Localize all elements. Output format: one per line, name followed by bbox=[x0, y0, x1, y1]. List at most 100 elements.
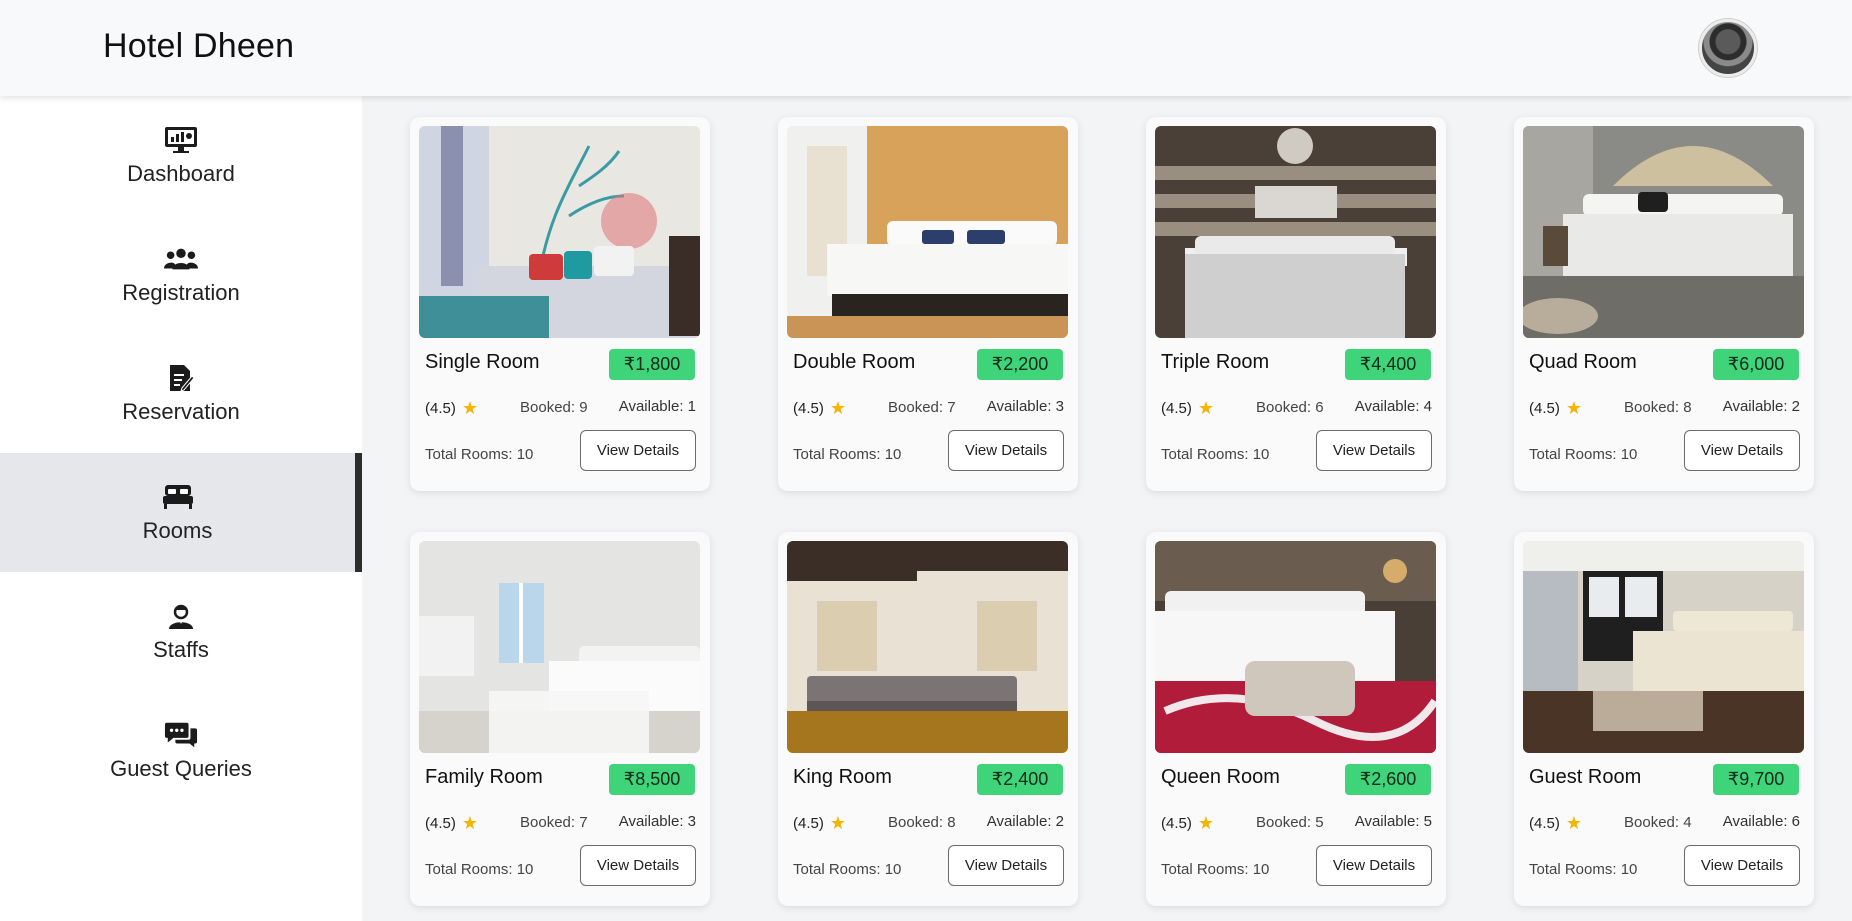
star-icon: ★ bbox=[829, 398, 846, 418]
rating: (4.5) ★ bbox=[1161, 814, 1214, 832]
rating: (4.5) ★ bbox=[425, 399, 478, 417]
room-card-family: Family Room ₹8,500 (4.5) ★ Booked: 7 Avai… bbox=[410, 532, 710, 906]
view-details-button[interactable]: View Details bbox=[1316, 845, 1432, 886]
room-name: Queen Room bbox=[1161, 766, 1280, 788]
view-details-button[interactable]: View Details bbox=[580, 430, 696, 471]
sidebar-item-label: Dashboard bbox=[127, 160, 235, 186]
price-badge: ₹6,000 bbox=[1713, 349, 1799, 380]
sidebar-item-label: Reservation bbox=[122, 398, 240, 424]
room-photo bbox=[1155, 541, 1436, 753]
total-rooms: Total Rooms: 10 bbox=[425, 446, 534, 463]
room-card-single: Single Room ₹1,800 (4.5) ★ Booked: 9 Avai… bbox=[410, 117, 710, 491]
chat-bubbles-icon bbox=[164, 720, 198, 750]
rooms-grid: Single Room ₹1,800 (4.5) ★ Booked: 9 Avai… bbox=[362, 96, 1852, 921]
booked-count: Booked: 6 bbox=[1256, 399, 1324, 416]
room-name: Family Room bbox=[425, 766, 543, 788]
rating-value: (4.5) bbox=[1529, 814, 1560, 832]
room-name: Quad Room bbox=[1529, 351, 1637, 373]
room-stats: (4.5) ★ Booked: 7 Available: 3 bbox=[793, 398, 1064, 421]
total-rooms: Total Rooms: 10 bbox=[1529, 861, 1638, 878]
view-details-button[interactable]: View Details bbox=[1316, 430, 1432, 471]
available-count: Available: 6 bbox=[1722, 813, 1800, 830]
total-rooms: Total Rooms: 10 bbox=[793, 861, 902, 878]
view-details-button[interactable]: View Details bbox=[948, 845, 1064, 886]
room-stats: (4.5) ★ Booked: 4 Available: 6 bbox=[1529, 813, 1800, 836]
rating: (4.5) ★ bbox=[1529, 814, 1582, 832]
total-rooms: Total Rooms: 10 bbox=[793, 446, 902, 463]
price-badge: ₹1,800 bbox=[609, 349, 695, 380]
star-icon: ★ bbox=[1197, 813, 1214, 833]
star-icon: ★ bbox=[1565, 813, 1582, 833]
sidebar-item-registration[interactable]: Registration bbox=[0, 215, 362, 334]
available-count: Available: 5 bbox=[1354, 813, 1432, 830]
file-edit-icon bbox=[164, 363, 198, 393]
booked-count: Booked: 7 bbox=[520, 814, 588, 831]
room-card-guest: Guest Room ₹9,700 (4.5) ★ Booked: 4 Avail… bbox=[1514, 532, 1814, 906]
staff-user-icon bbox=[164, 601, 198, 631]
room-name: Double Room bbox=[793, 351, 916, 373]
sidebar-item-label: Staffs bbox=[153, 636, 209, 662]
booked-count: Booked: 5 bbox=[1256, 814, 1324, 831]
rating: (4.5) ★ bbox=[425, 814, 478, 832]
room-stats: (4.5) ★ Booked: 8 Available: 2 bbox=[793, 813, 1064, 836]
rating-value: (4.5) bbox=[1529, 399, 1560, 417]
available-count: Available: 3 bbox=[986, 398, 1064, 415]
room-name: King Room bbox=[793, 766, 892, 788]
price-badge: ₹4,400 bbox=[1345, 349, 1431, 380]
rating: (4.5) ★ bbox=[1529, 399, 1582, 417]
price-badge: ₹2,600 bbox=[1345, 764, 1431, 795]
rating-value: (4.5) bbox=[793, 814, 824, 832]
booked-count: Booked: 8 bbox=[888, 814, 956, 831]
app-title: Hotel Dheen bbox=[103, 27, 295, 65]
room-card-king: King Room ₹2,400 (4.5) ★ Booked: 8 Availa… bbox=[778, 532, 1078, 906]
rating: (4.5) ★ bbox=[1161, 399, 1214, 417]
room-name: Triple Room bbox=[1161, 351, 1270, 373]
sidebar-item-reservation[interactable]: Reservation bbox=[0, 334, 362, 453]
sidebar-item-rooms[interactable]: Rooms bbox=[0, 453, 362, 572]
total-rooms: Total Rooms: 10 bbox=[1529, 446, 1638, 463]
view-details-button[interactable]: View Details bbox=[580, 845, 696, 886]
price-badge: ₹2,400 bbox=[977, 764, 1063, 795]
room-card-double: Double Room ₹2,200 (4.5) ★ Booked: 7 Avai… bbox=[778, 117, 1078, 491]
available-count: Available: 4 bbox=[1354, 398, 1432, 415]
available-count: Available: 3 bbox=[618, 813, 696, 830]
rating-value: (4.5) bbox=[425, 814, 456, 832]
room-photo bbox=[787, 541, 1068, 753]
rating-value: (4.5) bbox=[1161, 814, 1192, 832]
sidebar-item-guest-queries[interactable]: Guest Queries bbox=[0, 691, 362, 810]
view-details-button[interactable]: View Details bbox=[1684, 845, 1800, 886]
rating: (4.5) ★ bbox=[793, 399, 846, 417]
available-count: Available: 2 bbox=[986, 813, 1064, 830]
room-stats: (4.5) ★ Booked: 6 Available: 4 bbox=[1161, 398, 1432, 421]
room-photo bbox=[419, 541, 700, 753]
total-rooms: Total Rooms: 10 bbox=[425, 861, 534, 878]
sidebar-item-label: Guest Queries bbox=[110, 755, 252, 781]
top-header: Hotel Dheen bbox=[0, 0, 1852, 96]
room-card-triple: Triple Room ₹4,400 (4.5) ★ Booked: 6 Avai… bbox=[1146, 117, 1446, 491]
rating-value: (4.5) bbox=[425, 399, 456, 417]
view-details-button[interactable]: View Details bbox=[948, 430, 1064, 471]
available-count: Available: 2 bbox=[1722, 398, 1800, 415]
total-rooms: Total Rooms: 10 bbox=[1161, 861, 1270, 878]
star-icon: ★ bbox=[1565, 398, 1582, 418]
sidebar-item-dashboard[interactable]: Dashboard bbox=[0, 96, 362, 215]
room-card-quad: Quad Room ₹6,000 (4.5) ★ Booked: 8 Availa… bbox=[1514, 117, 1814, 491]
available-count: Available: 1 bbox=[618, 398, 696, 415]
booked-count: Booked: 7 bbox=[888, 399, 956, 416]
star-icon: ★ bbox=[461, 398, 478, 418]
view-details-button[interactable]: View Details bbox=[1684, 430, 1800, 471]
room-photo bbox=[1523, 541, 1804, 753]
price-badge: ₹2,200 bbox=[977, 349, 1063, 380]
sidebar-item-label: Rooms bbox=[142, 517, 213, 543]
room-photo bbox=[787, 126, 1068, 338]
sidebar: Dashboard Registration Reservation Rooms… bbox=[0, 96, 362, 921]
users-group-icon bbox=[164, 244, 198, 274]
sidebar-item-staffs[interactable]: Staffs bbox=[0, 572, 362, 691]
price-badge: ₹8,500 bbox=[609, 764, 695, 795]
price-badge: ₹9,700 bbox=[1713, 764, 1799, 795]
rating: (4.5) ★ bbox=[793, 814, 846, 832]
room-stats: (4.5) ★ Booked: 5 Available: 5 bbox=[1161, 813, 1432, 836]
user-avatar[interactable] bbox=[1699, 19, 1757, 77]
booked-count: Booked: 8 bbox=[1624, 399, 1692, 416]
booked-count: Booked: 4 bbox=[1624, 814, 1692, 831]
